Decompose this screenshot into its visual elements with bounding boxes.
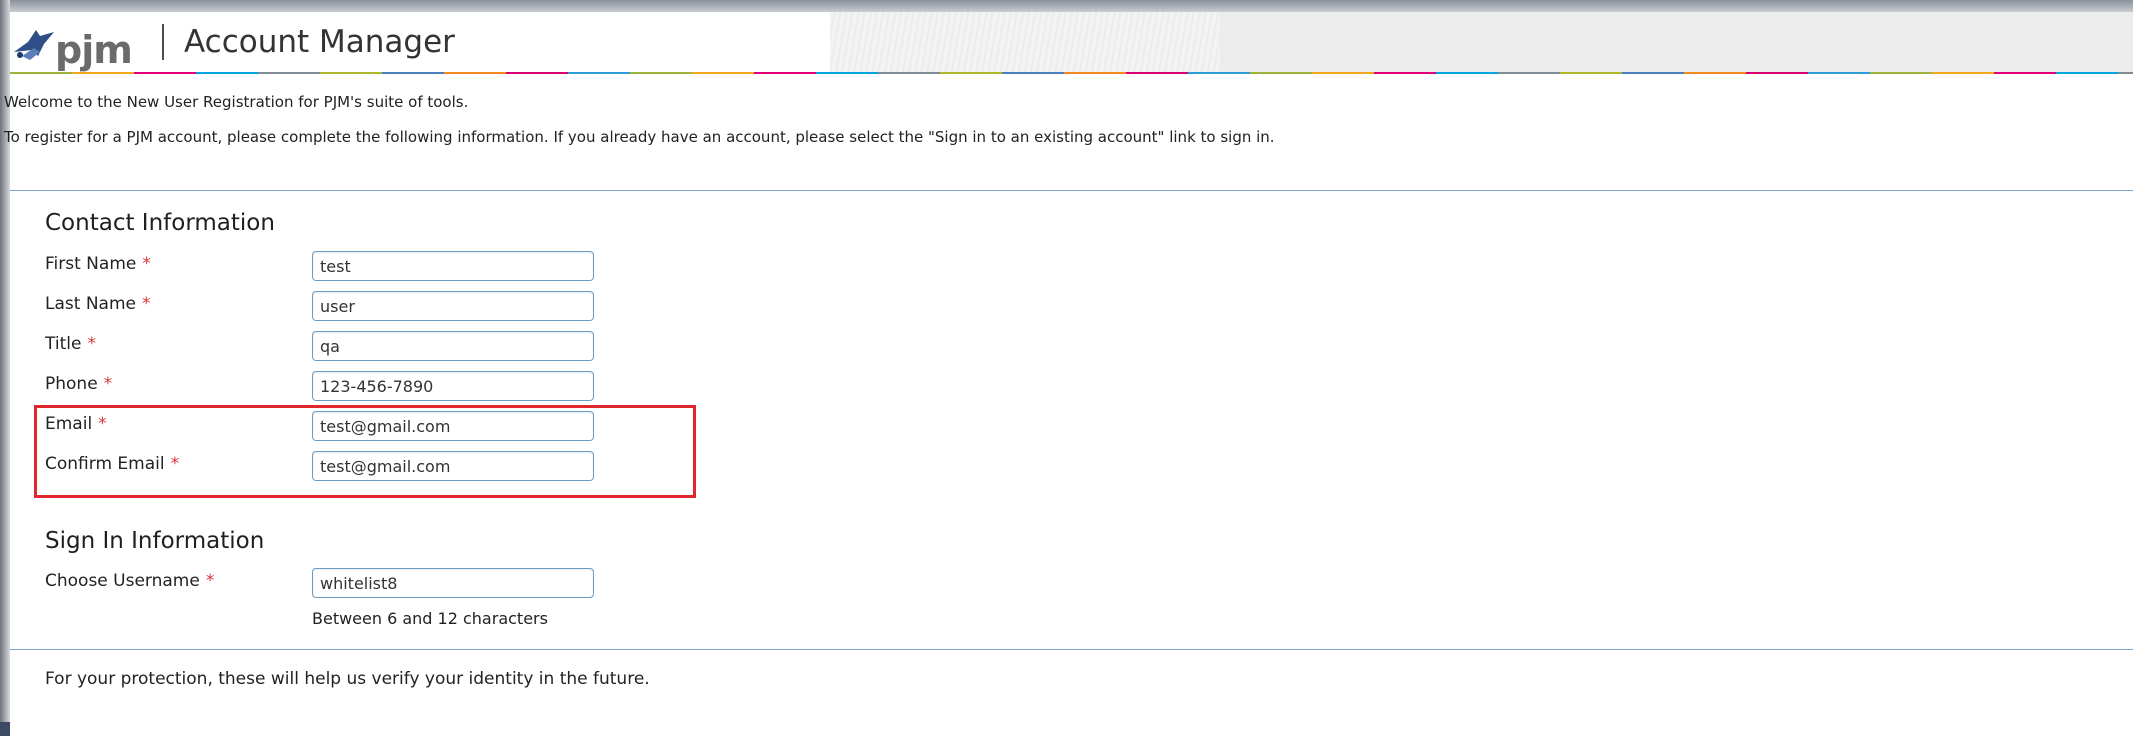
section-divider bbox=[10, 649, 2133, 650]
color-stripe bbox=[10, 72, 2133, 74]
required-marker: * bbox=[205, 571, 215, 591]
section-divider bbox=[10, 190, 2133, 191]
username-label-text: Choose Username bbox=[45, 571, 200, 591]
header-background-fade bbox=[1220, 12, 2133, 74]
username-label: Choose Username * bbox=[45, 571, 214, 591]
contact-section-title: Contact Information bbox=[45, 210, 275, 236]
last-name-label: Last Name * bbox=[45, 294, 150, 314]
browser-viewport: pjm Account Manager Welcome to the New U… bbox=[0, 0, 2133, 736]
window-top-edge bbox=[0, 0, 2133, 12]
title-label: Title * bbox=[45, 334, 96, 354]
security-note: For your protection, these will help us … bbox=[45, 669, 650, 689]
first-name-field[interactable] bbox=[312, 251, 594, 281]
logo-wordmark: pjm bbox=[55, 28, 133, 72]
required-marker: * bbox=[141, 294, 151, 314]
phone-label-text: Phone bbox=[45, 374, 98, 394]
username-hint: Between 6 and 12 characters bbox=[312, 609, 548, 628]
phone-field[interactable] bbox=[312, 371, 594, 401]
taskbar-corner bbox=[0, 722, 10, 736]
required-marker: * bbox=[142, 254, 151, 274]
first-name-label: First Name * bbox=[45, 254, 151, 274]
signin-section-title: Sign In Information bbox=[45, 528, 265, 554]
pjm-logo-mark-icon bbox=[14, 30, 54, 60]
email-highlight-annotation bbox=[34, 405, 696, 498]
page-title: Account Manager bbox=[184, 24, 455, 60]
username-field[interactable] bbox=[312, 568, 594, 598]
required-marker: * bbox=[103, 374, 113, 394]
last-name-field[interactable] bbox=[312, 291, 594, 321]
instructions-text: To register for a PJM account, please co… bbox=[4, 128, 1275, 146]
last-name-label-text: Last Name bbox=[45, 294, 136, 314]
first-name-label-text: First Name bbox=[45, 254, 137, 274]
title-label-text: Title bbox=[45, 334, 82, 354]
title-field[interactable] bbox=[312, 331, 594, 361]
welcome-text: Welcome to the New User Registration for… bbox=[4, 93, 469, 111]
phone-label: Phone * bbox=[45, 374, 112, 394]
header-divider bbox=[162, 24, 164, 60]
page-header: pjm Account Manager bbox=[10, 12, 2133, 74]
pjm-logo[interactable]: pjm bbox=[10, 22, 140, 72]
required-marker: * bbox=[87, 334, 96, 354]
